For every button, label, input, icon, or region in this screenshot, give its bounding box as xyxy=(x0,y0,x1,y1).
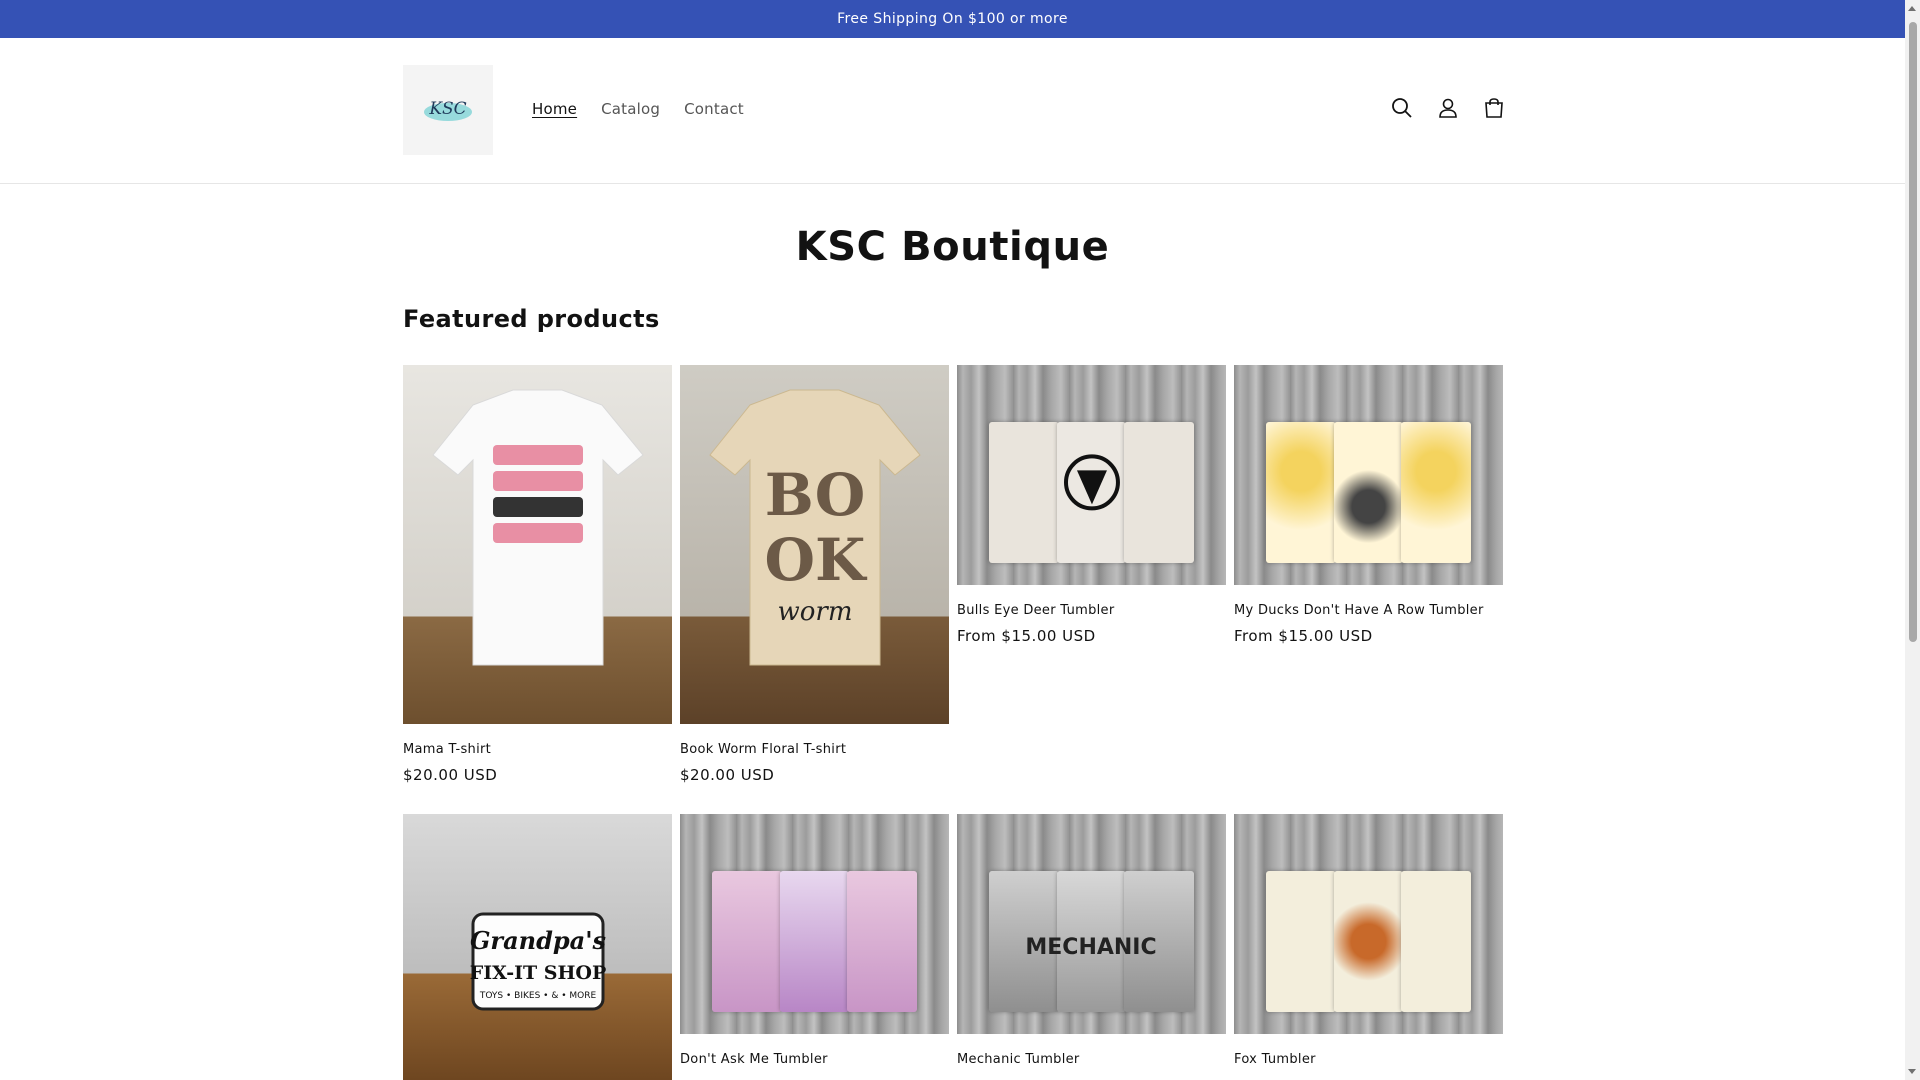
section-title: Featured products xyxy=(403,305,660,333)
logo-mark-icon: KSC xyxy=(424,99,472,121)
store-logo[interactable]: KSC xyxy=(403,65,493,155)
product-image[interactable] xyxy=(1234,814,1503,1034)
nav-home[interactable]: Home xyxy=(532,100,577,118)
product-price: From $15.00 USD xyxy=(1234,627,1373,645)
product-price: $20.00 USD xyxy=(680,766,775,784)
page-title: KSC Boutique xyxy=(795,224,1110,270)
main-nav: Home Catalog Contact xyxy=(532,100,744,118)
product-image[interactable]: BO OK worm xyxy=(680,365,949,724)
svg-text:OK: OK xyxy=(765,526,869,594)
product-card[interactable]: Mama T-shirt $20.00 USD xyxy=(403,365,672,784)
mechanic-art-text: MECHANIC xyxy=(1025,935,1156,960)
product-card[interactable]: BO OK worm Book Worm Floral T-shirt $20.… xyxy=(680,365,949,784)
logo-text: KSC xyxy=(428,99,466,119)
product-card[interactable]: Fox Tumbler xyxy=(1234,814,1503,1067)
product-name[interactable]: My Ducks Don't Have A Row Tumbler xyxy=(1234,603,1503,618)
product-name[interactable]: Don't Ask Me Tumbler xyxy=(680,1052,949,1067)
search-icon[interactable] xyxy=(1390,96,1414,120)
sign-line-1: Grandpa's xyxy=(470,926,607,955)
cart-icon[interactable] xyxy=(1482,96,1506,120)
svg-text:BO: BO xyxy=(765,461,866,529)
site-header: KSC Home Catalog Contact xyxy=(0,38,1905,184)
svg-text:worm: worm xyxy=(778,597,853,627)
product-card[interactable]: Bulls Eye Deer Tumbler From $15.00 USD xyxy=(957,365,1226,645)
product-name[interactable]: Bulls Eye Deer Tumbler xyxy=(957,603,1226,618)
product-price: From $15.00 USD xyxy=(957,627,1096,645)
header-icons xyxy=(1390,96,1506,120)
product-image[interactable] xyxy=(403,365,672,724)
sign-line-2: FIX-IT SHOP xyxy=(470,962,606,984)
announcement-bar: Free Shipping On $100 or more xyxy=(0,0,1905,38)
product-name[interactable]: Fox Tumbler xyxy=(1234,1052,1503,1067)
sign-line-3: TOYS • BIKES • & • MORE xyxy=(479,991,597,1001)
product-image[interactable] xyxy=(957,365,1226,585)
scroll-down-icon[interactable] xyxy=(1908,1069,1916,1074)
nav-contact[interactable]: Contact xyxy=(684,100,744,118)
product-price: $20.00 USD xyxy=(403,766,498,784)
product-card[interactable]: Don't Ask Me Tumbler xyxy=(680,814,949,1067)
scrollbar-thumb[interactable] xyxy=(1909,22,1917,642)
announcement-text: Free Shipping On $100 or more xyxy=(837,11,1068,27)
product-image[interactable] xyxy=(680,814,949,1034)
product-card[interactable]: My Ducks Don't Have A Row Tumbler From $… xyxy=(1234,365,1503,645)
product-name[interactable]: Book Worm Floral T-shirt xyxy=(680,742,949,757)
product-card[interactable]: Grandpa's FIX-IT SHOP TOYS • BIKES • & •… xyxy=(403,814,672,1080)
scroll-up-icon[interactable] xyxy=(1908,6,1916,11)
product-image[interactable] xyxy=(1234,365,1503,585)
account-icon[interactable] xyxy=(1436,96,1460,120)
product-card[interactable]: MECHANIC Mechanic Tumbler xyxy=(957,814,1226,1067)
page-scrollbar[interactable] xyxy=(1905,0,1920,1080)
product-name[interactable]: Mechanic Tumbler xyxy=(957,1052,1226,1067)
product-name[interactable]: Mama T-shirt xyxy=(403,742,672,757)
product-image[interactable]: Grandpa's FIX-IT SHOP TOYS • BIKES • & •… xyxy=(403,814,672,1080)
product-image[interactable]: MECHANIC xyxy=(957,814,1226,1034)
nav-catalog[interactable]: Catalog xyxy=(601,100,660,118)
